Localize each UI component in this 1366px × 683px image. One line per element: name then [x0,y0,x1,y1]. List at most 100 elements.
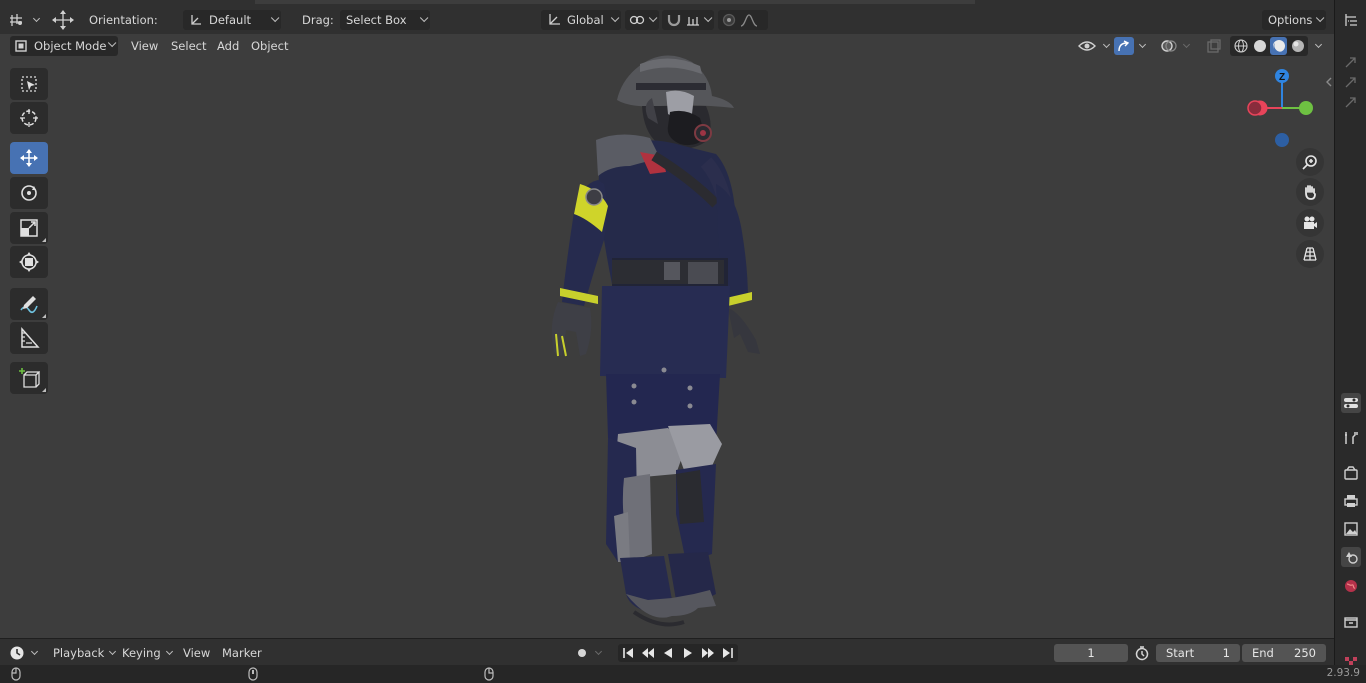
chevron-down-icon [1314,40,1323,49]
chevron-down-icon [594,647,603,656]
tab-render[interactable] [1341,463,1361,483]
mouse-right-icon [484,667,494,681]
version-label: 2.93.9 [1326,667,1360,679]
add-cube-icon [19,368,40,388]
timeline-header: Playback Keying View Marker 1 Start 1 En… [0,638,1334,665]
visibility-dropdown[interactable] [1078,36,1111,56]
proportional-edit-icon [722,13,736,27]
timeline-menu-view[interactable]: View [183,644,210,662]
select-box-tool[interactable] [10,68,48,100]
tab-tools[interactable] [1341,428,1361,448]
proportional-editing-dropdown[interactable] [718,10,768,30]
tab-collection[interactable] [1341,612,1361,632]
shading-solid-button[interactable] [1251,37,1268,55]
xray-icon [1207,39,1221,53]
chevron-down-icon [1138,40,1147,49]
menu-object[interactable]: Object [251,36,288,56]
play-icon[interactable] [681,646,695,660]
chevron-down-icon [419,13,429,23]
annotate-icon [20,296,38,314]
pivot-link-icon [629,15,645,25]
tab-scene[interactable] [1341,547,1361,567]
status-bar: 2.93.9 [0,665,1366,683]
prev-keyframe-icon[interactable] [641,646,655,660]
gizmo-toggle-button[interactable] [1114,36,1147,56]
timeline-menu-marker[interactable]: Marker [222,644,262,662]
measure-icon [21,327,40,348]
cursor-icon [20,109,38,127]
transform-tool[interactable] [10,246,48,278]
start-frame-field[interactable]: Start 1 [1156,644,1240,662]
outliner-editor-button[interactable] [1341,10,1361,30]
tab-view-layer[interactable] [1341,519,1361,539]
mode-dropdown[interactable]: Object Mode [10,36,118,56]
timeline-menu-playback[interactable]: Playback [53,644,117,662]
overlays-dropdown[interactable] [1160,36,1191,56]
snapping-dropdown[interactable] [662,10,714,30]
measure-tool[interactable] [10,322,48,354]
material-sphere-icon [1272,40,1285,53]
zoom-button[interactable] [1296,148,1324,176]
chevron-down-icon [648,13,658,23]
pin-arrow-icon [1345,57,1356,68]
shape-key-button-2[interactable] [1341,72,1361,92]
scale-tool[interactable] [10,212,48,244]
outliner-icon [1345,14,1357,26]
menu-view[interactable]: View [131,36,158,56]
orientation-label: Orientation: [89,12,158,27]
tab-world[interactable] [1341,576,1361,596]
move-arrows-icon [52,9,74,30]
drag-dropdown[interactable]: Select Box [340,10,430,30]
shading-wireframe-button[interactable] [1232,37,1249,55]
mouse-left-icon [11,667,21,681]
menu-add[interactable]: Add [217,36,239,56]
options-dropdown[interactable]: Options [1262,10,1326,30]
jump-start-icon[interactable] [621,646,635,660]
perspective-toggle-button[interactable] [1296,240,1324,268]
cursor-tool[interactable] [10,102,48,134]
stopwatch-icon [1135,646,1149,661]
auto-keying-button[interactable] [574,644,603,662]
rotate-tool[interactable] [10,177,48,209]
record-dot-icon [578,649,586,657]
editor-type-button[interactable] [8,9,41,30]
add-cube-tool[interactable] [10,362,48,394]
jump-end-icon[interactable] [721,646,735,660]
gizmo-arrow-icon [1118,40,1130,52]
pan-button[interactable] [1296,178,1324,206]
pivot-point-dropdown[interactable] [625,10,659,30]
camera-view-button[interactable] [1296,209,1324,237]
move-tool[interactable] [10,142,48,174]
pin-arrow-icon [1345,77,1356,88]
xray-toggle[interactable] [1206,36,1222,56]
orientation-axes-icon [191,15,201,25]
drag-label: Drag: [302,12,334,27]
transform-space-dropdown[interactable]: Global [541,10,621,30]
shading-options-dropdown[interactable] [1310,36,1323,56]
navigation-gizmo[interactable]: Z [1238,64,1328,154]
annotate-tool[interactable] [10,288,48,320]
gizmo-toggle-bg [1114,37,1134,55]
3d-viewport[interactable]: Z [0,34,1334,638]
timeline-editor-type-button[interactable] [8,644,39,662]
play-reverse-icon[interactable] [661,646,675,660]
shading-mode-group [1230,36,1308,56]
tab-output[interactable] [1341,491,1361,511]
tab-tool-settings[interactable] [1341,393,1361,413]
transform-gizmo-button[interactable] [50,9,76,30]
firefighter-character-model[interactable] [0,34,1334,638]
end-frame-field[interactable]: End 250 [1242,644,1326,662]
camera-back-icon [1344,466,1358,480]
preview-range-toggle[interactable] [1134,644,1150,662]
orientation-dropdown[interactable]: Default [183,10,281,30]
menu-select[interactable]: Select [171,36,206,56]
shading-rendered-button[interactable] [1289,37,1306,55]
perspective-grid-icon [1303,247,1317,261]
sidebar-collapse-arrow[interactable] [1325,72,1333,92]
shape-key-button-3[interactable] [1341,92,1361,112]
next-keyframe-icon[interactable] [701,646,715,660]
shape-key-button-1[interactable] [1341,52,1361,72]
shading-material-button[interactable] [1270,37,1287,55]
current-frame-field[interactable]: 1 [1054,644,1128,662]
timeline-menu-keying[interactable]: Keying [122,644,173,662]
